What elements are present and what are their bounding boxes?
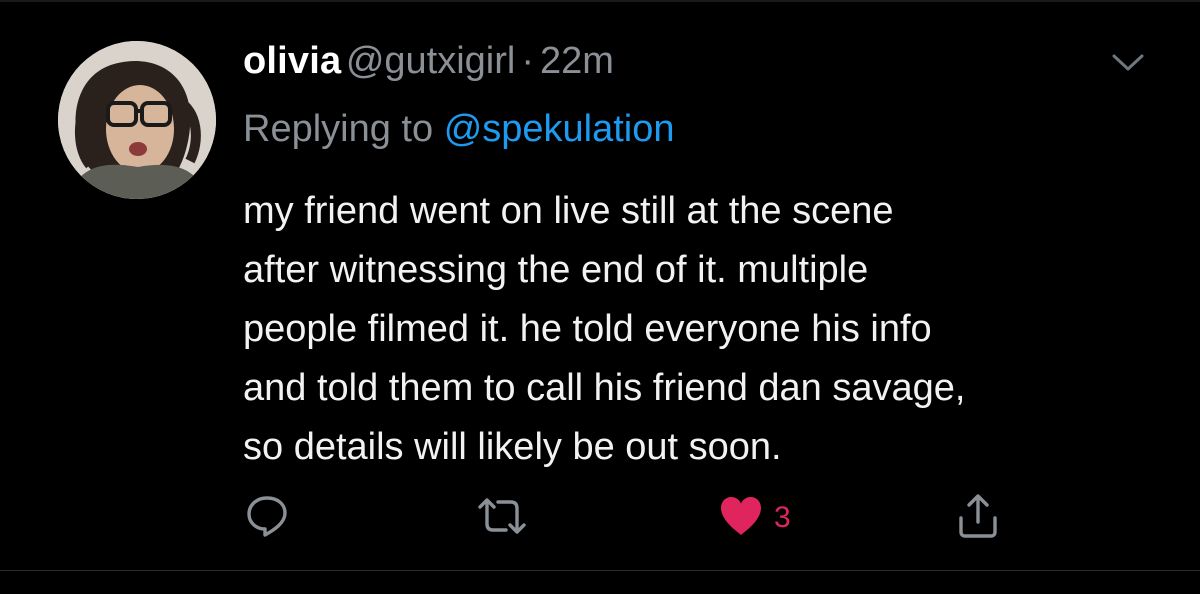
retweet-icon: [475, 493, 529, 544]
timestamp[interactable]: 22m: [540, 40, 614, 82]
like-count: 3: [774, 501, 791, 534]
replying-to-label: Replying to: [243, 108, 434, 150]
retweet-button[interactable]: [475, 492, 529, 544]
action-bar: 3: [0, 492, 1200, 552]
avatar[interactable]: [58, 41, 216, 199]
heart-icon: [718, 495, 764, 542]
replying-to-user-link[interactable]: @spekulation: [444, 108, 675, 150]
tweet-text-line: and told them to call his friend dan sav…: [243, 367, 966, 409]
display-name[interactable]: olivia: [243, 40, 341, 82]
like-button[interactable]: 3: [718, 492, 791, 544]
share-button[interactable]: [955, 492, 1001, 544]
tweet-text-line: my friend went on live still at the scen…: [243, 190, 894, 232]
reply-button[interactable]: [244, 492, 290, 544]
share-icon: [955, 492, 1001, 545]
tweet[interactable]: olivia @gutxigirl · 22m Replying to @speku…: [0, 0, 1200, 594]
chevron-down-icon[interactable]: [1110, 52, 1146, 74]
tweet-text: my friend went on live still at the scen…: [243, 182, 1173, 477]
tweet-text-line: so details will likely be out soon.: [243, 426, 782, 468]
reply-icon: [244, 493, 290, 544]
tweet-header: olivia @gutxigirl · 22m: [243, 40, 614, 83]
replying-to: Replying to @spekulation: [243, 108, 675, 151]
user-handle[interactable]: @gutxigirl: [346, 40, 516, 82]
separator-dot: ·: [521, 40, 534, 82]
tweet-text-line: people filmed it. he told everyone his i…: [243, 308, 932, 350]
tweet-text-line: after witnessing the end of it. multiple: [243, 249, 869, 291]
bottom-divider: [0, 570, 1200, 571]
